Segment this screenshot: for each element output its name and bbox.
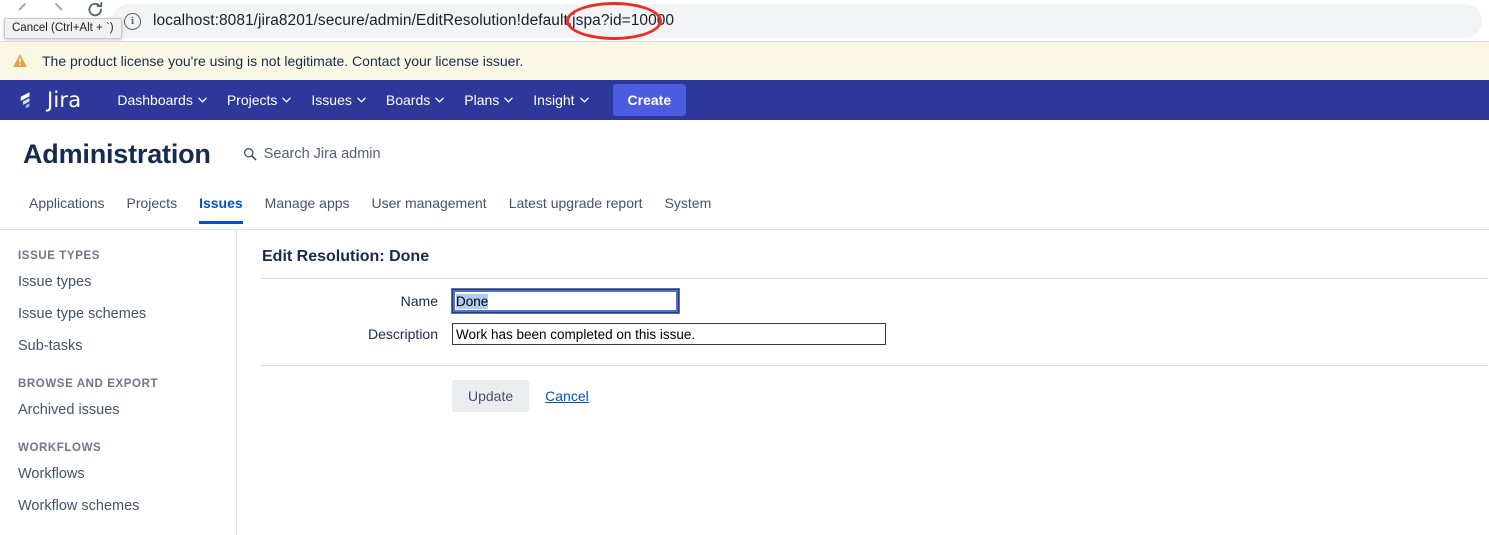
- name-input-wrapper: [452, 289, 679, 313]
- admin-tab-bar: Applications Projects Issues Manage apps…: [0, 192, 1489, 230]
- nav-item-projects[interactable]: Projects: [217, 86, 302, 114]
- url-query: ?id=10000: [600, 12, 675, 29]
- form-title: Edit Resolution: Done: [262, 248, 430, 265]
- jira-logo-icon: [20, 92, 30, 109]
- edit-resolution-form: Name Description: [262, 279, 1489, 365]
- page-title: Administration: [23, 138, 211, 169]
- administration-header: Administration Search Jira admin: [0, 120, 1489, 188]
- browser-tooltip: Cancel (Ctrl+Alt + `): [4, 18, 122, 39]
- nav-item-label: Plans: [464, 92, 500, 108]
- url-prefix: localhost:8081/jira8201/secure/admin/Edi…: [153, 12, 601, 29]
- chevron-down-icon: [282, 97, 292, 103]
- name-label: Name: [400, 293, 438, 309]
- jira-logo[interactable]: Jira: [18, 88, 81, 112]
- update-button[interactable]: Update: [452, 380, 530, 412]
- admin-search-label: Search Jira admin: [263, 146, 381, 162]
- url-text: localhost:8081/jira8201/secure/admin/Edi…: [153, 12, 674, 30]
- sidebar-item-issue-types[interactable]: Issue types: [0, 266, 236, 298]
- sidebar-group-browse-and-export: BROWSE AND EXPORT: [18, 378, 159, 390]
- main-content: Edit Resolution: Done Name Description U…: [238, 230, 1489, 535]
- tab-applications[interactable]: Applications: [18, 192, 116, 224]
- nav-item-dashboards[interactable]: Dashboards: [107, 86, 217, 114]
- jira-logo-text: Jira: [47, 88, 82, 112]
- tab-issues[interactable]: Issues: [188, 192, 254, 224]
- chevron-down-icon: [198, 97, 207, 103]
- tab-user-management[interactable]: User management: [361, 192, 498, 224]
- warning-triangle-icon: [13, 54, 27, 67]
- description-input[interactable]: [452, 323, 886, 345]
- form-row-name: Name: [262, 289, 1489, 313]
- search-icon: [243, 148, 257, 161]
- sidebar-item-workflows[interactable]: Workflows: [0, 458, 236, 490]
- nav-item-label: Issues: [311, 92, 352, 108]
- nav-item-plans[interactable]: Plans: [454, 86, 523, 114]
- license-warning-text: The product license you're using is not …: [42, 53, 524, 69]
- sidebar-group-issue-types: ISSUE TYPES: [18, 250, 101, 262]
- tab-projects[interactable]: Projects: [116, 192, 189, 224]
- nav-item-label: Projects: [226, 92, 278, 108]
- sidebar-group-workflows: WORKFLOWS: [18, 442, 102, 454]
- description-label: Description: [367, 326, 438, 342]
- site-information-icon[interactable]: i: [124, 12, 141, 30]
- tab-system[interactable]: System: [654, 192, 723, 224]
- form-row-description: Description: [262, 323, 1489, 345]
- create-button[interactable]: Create: [612, 84, 687, 116]
- chevron-down-icon: [579, 97, 589, 103]
- nav-item-label: Dashboards: [117, 92, 193, 108]
- jira-top-navigation: Jira Dashboards Projects Issues Boards P…: [0, 80, 1489, 120]
- nav-item-boards[interactable]: Boards: [376, 86, 454, 114]
- admin-search[interactable]: Search Jira admin: [243, 146, 381, 162]
- nav-item-label: Boards: [385, 92, 431, 108]
- license-warning-banner: The product license you're using is not …: [0, 42, 1489, 80]
- nav-item-label: Insight: [533, 92, 575, 108]
- sidebar-item-workflow-schemes[interactable]: Workflow schemes: [0, 490, 236, 522]
- sidebar-item-issue-type-schemes[interactable]: Issue type schemes: [0, 298, 236, 330]
- sidebar-item-sub-tasks[interactable]: Sub-tasks: [0, 330, 236, 362]
- chevron-down-icon: [504, 97, 514, 103]
- form-actions: Update Cancel: [262, 366, 1489, 412]
- tab-manage-apps[interactable]: Manage apps: [254, 192, 361, 224]
- cancel-link[interactable]: Cancel: [545, 388, 589, 404]
- chevron-down-icon: [357, 97, 366, 103]
- chevron-down-icon: [435, 97, 445, 103]
- name-input[interactable]: [452, 289, 679, 313]
- nav-item-issues[interactable]: Issues: [301, 86, 375, 114]
- tab-latest-upgrade-report[interactable]: Latest upgrade report: [498, 192, 654, 224]
- browser-toolbar: Cancel (Ctrl+Alt + `) i localhost:8081/j…: [0, 0, 1489, 42]
- address-bar[interactable]: i localhost:8081/jira8201/secure/admin/E…: [112, 4, 1482, 38]
- admin-sidebar: ISSUE TYPES Issue types Issue type schem…: [0, 230, 237, 535]
- nav-item-insight[interactable]: Insight: [523, 86, 598, 114]
- browser-window: Cancel (Ctrl+Alt + `) i localhost:8081/j…: [0, 0, 1489, 535]
- sidebar-item-archived-issues[interactable]: Archived issues: [0, 394, 236, 426]
